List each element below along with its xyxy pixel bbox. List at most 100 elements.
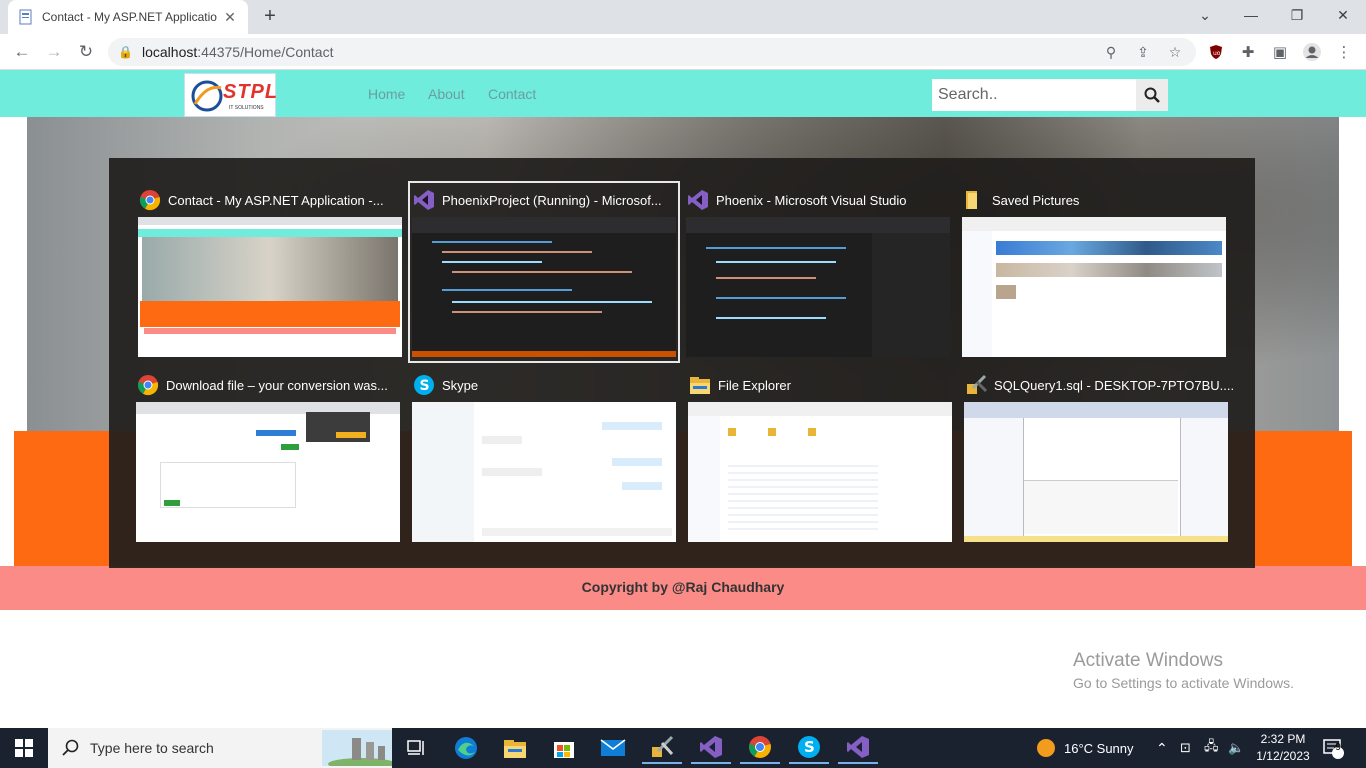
address-bar[interactable]: 🔒 localhost:44375/Home/Contact ⚲ ⇪ ☆: [108, 38, 1196, 66]
switcher-window-title: Saved Pictures: [992, 192, 1080, 208]
minimize-window-button[interactable]: —: [1228, 0, 1274, 30]
lock-icon[interactable]: 🔒: [118, 45, 136, 59]
bookmark-star-icon[interactable]: ☆: [1164, 41, 1186, 63]
window-thumbnail: [412, 402, 676, 542]
visual-studio-icon: [686, 188, 710, 212]
new-tab-button[interactable]: +: [258, 5, 282, 29]
svg-text:S: S: [420, 378, 430, 394]
nav-link-about[interactable]: About: [428, 86, 465, 102]
switcher-window-chrome-download[interactable]: Download file – your conversion was...: [134, 368, 406, 550]
site-navbar: STPL IT SOLUTIONS Home About Contact Sea…: [0, 70, 1366, 117]
skype-icon: S: [412, 373, 436, 397]
microsoft-store-icon: [554, 742, 574, 758]
taskbar-edge[interactable]: [446, 732, 486, 764]
clock-date: 1/12/2023: [1256, 749, 1310, 763]
switcher-window-title: File Explorer: [718, 377, 791, 393]
folder-icon: [962, 188, 986, 212]
nav-link-contact[interactable]: Contact: [488, 86, 536, 102]
logo-swoosh-icon: [191, 80, 223, 112]
taskbar-search-placeholder: Type here to search: [90, 740, 214, 756]
switcher-window-sqlquery[interactable]: SQLQuery1.sql - DESKTOP-7PTO7BU....: [962, 368, 1234, 550]
chrome-icon: [749, 736, 771, 758]
task-view-icon: [407, 740, 424, 755]
edge-icon: [455, 737, 477, 759]
svg-text:S: S: [804, 738, 815, 756]
switcher-window-title: Contact - My ASP.NET Application -...: [168, 192, 384, 208]
logo-subtext: IT SOLUTIONS: [229, 105, 264, 111]
switcher-window-saved-pictures[interactable]: Saved Pictures: [960, 183, 1232, 365]
extensions-puzzle-icon[interactable]: ✚: [1236, 40, 1260, 64]
activate-windows-title: Activate Windows: [1073, 650, 1223, 671]
chrome-icon: [136, 373, 160, 397]
start-button[interactable]: [0, 728, 48, 768]
taskbar-search-box[interactable]: Type here to search: [48, 728, 392, 768]
ssms-icon: [964, 373, 988, 397]
weather-widget[interactable]: 16°C Sunny: [1036, 728, 1134, 768]
tray-show-hidden-chevron-icon[interactable]: ⌃: [1156, 728, 1168, 768]
switcher-window-file-explorer[interactable]: File Explorer: [686, 368, 958, 550]
browser-tab-active[interactable]: Contact - My ASP.NET Applicatio ✕: [8, 0, 248, 34]
page-favicon-icon: [18, 9, 34, 25]
taskbar-visual-studio-2[interactable]: [838, 732, 878, 764]
window-thumbnail: [964, 402, 1228, 542]
browser-menu-icon[interactable]: ⋮: [1332, 40, 1356, 64]
ublock-shield-icon[interactable]: uo: [1204, 40, 1228, 64]
windows-logo-icon: [15, 739, 33, 757]
switcher-window-title: PhoenixProject (Running) - Microsof...: [442, 192, 662, 208]
browser-toolbar: ← → ↻ 🔒 localhost:44375/Home/Contact ⚲ ⇪…: [0, 34, 1366, 70]
close-tab-icon[interactable]: ✕: [222, 9, 238, 26]
taskbar-store[interactable]: [544, 732, 584, 764]
window-thumbnail: [138, 217, 402, 357]
profile-avatar-icon[interactable]: [1300, 40, 1324, 64]
taskbar-ssms[interactable]: [642, 732, 682, 764]
clock-time: 2:32 PM: [1260, 732, 1306, 746]
share-icon[interactable]: ⇪: [1132, 41, 1154, 63]
activate-windows-watermark: Activate Windows Go to Settings to activ…: [1073, 650, 1294, 691]
mail-icon: [600, 739, 626, 756]
window-thumbnail: [412, 217, 676, 357]
taskbar-mail[interactable]: [593, 732, 633, 764]
taskbar-skype[interactable]: S: [789, 732, 829, 764]
file-explorer-icon: [688, 373, 712, 397]
logo-text: STPL: [223, 81, 279, 103]
tray-device-icon[interactable]: ⊡: [1180, 728, 1191, 768]
site-footer: Copyright by @Raj Chaudhary: [0, 566, 1366, 610]
chrome-icon: [138, 188, 162, 212]
url-path: :44375/Home/Contact: [197, 44, 334, 60]
task-view-button[interactable]: [396, 732, 436, 764]
forward-arrow-icon[interactable]: →: [42, 40, 66, 64]
skype-icon: S: [798, 736, 820, 758]
restore-window-button[interactable]: ❐: [1274, 0, 1320, 30]
nav-link-home[interactable]: Home: [368, 86, 405, 102]
taskbar-file-explorer[interactable]: [495, 732, 535, 764]
site-search-input[interactable]: Search..: [932, 79, 1136, 111]
notification-count: 9: [1335, 742, 1341, 753]
switcher-window-phoenix-vs[interactable]: Phoenix - Microsoft Visual Studio: [684, 183, 956, 365]
network-icon[interactable]: 🖧: [1204, 728, 1219, 768]
visual-studio-icon: [847, 736, 869, 758]
switcher-window-phoenixproject-running[interactable]: PhoenixProject (Running) - Microsof...: [408, 181, 680, 363]
reload-icon[interactable]: ↻: [74, 40, 98, 64]
window-thumbnail: [686, 217, 950, 357]
task-switcher: Contact - My ASP.NET Application -... Ph…: [109, 158, 1255, 568]
taskbar-visual-studio[interactable]: [691, 732, 731, 764]
weather-text: 16°C Sunny: [1064, 740, 1134, 756]
close-window-button[interactable]: ✕: [1320, 0, 1366, 30]
site-search-button[interactable]: [1136, 79, 1168, 111]
sun-icon: [1037, 739, 1055, 757]
clock[interactable]: 2:32 PM 1/12/2023: [1254, 728, 1312, 768]
site-logo[interactable]: STPL IT SOLUTIONS: [184, 73, 279, 117]
tab-search-chevron-icon[interactable]: ⌄: [1182, 0, 1228, 30]
volume-icon[interactable]: 🔈: [1228, 728, 1244, 768]
notification-center-button[interactable]: 9: [1322, 728, 1344, 768]
switcher-window-chrome-contact[interactable]: Contact - My ASP.NET Application -...: [136, 183, 408, 365]
zoom-magnifier-icon[interactable]: ⚲: [1100, 41, 1122, 63]
switcher-window-skype[interactable]: S Skype: [410, 368, 682, 550]
taskbar-chrome[interactable]: [740, 732, 780, 764]
back-arrow-icon[interactable]: ←: [10, 40, 34, 64]
ssms-icon: [652, 735, 674, 757]
svg-text:uo: uo: [1213, 50, 1221, 57]
tab-title: Contact - My ASP.NET Applicatio: [42, 10, 217, 24]
side-panel-icon[interactable]: ▣: [1268, 40, 1292, 64]
window-thumbnail: [688, 402, 952, 542]
